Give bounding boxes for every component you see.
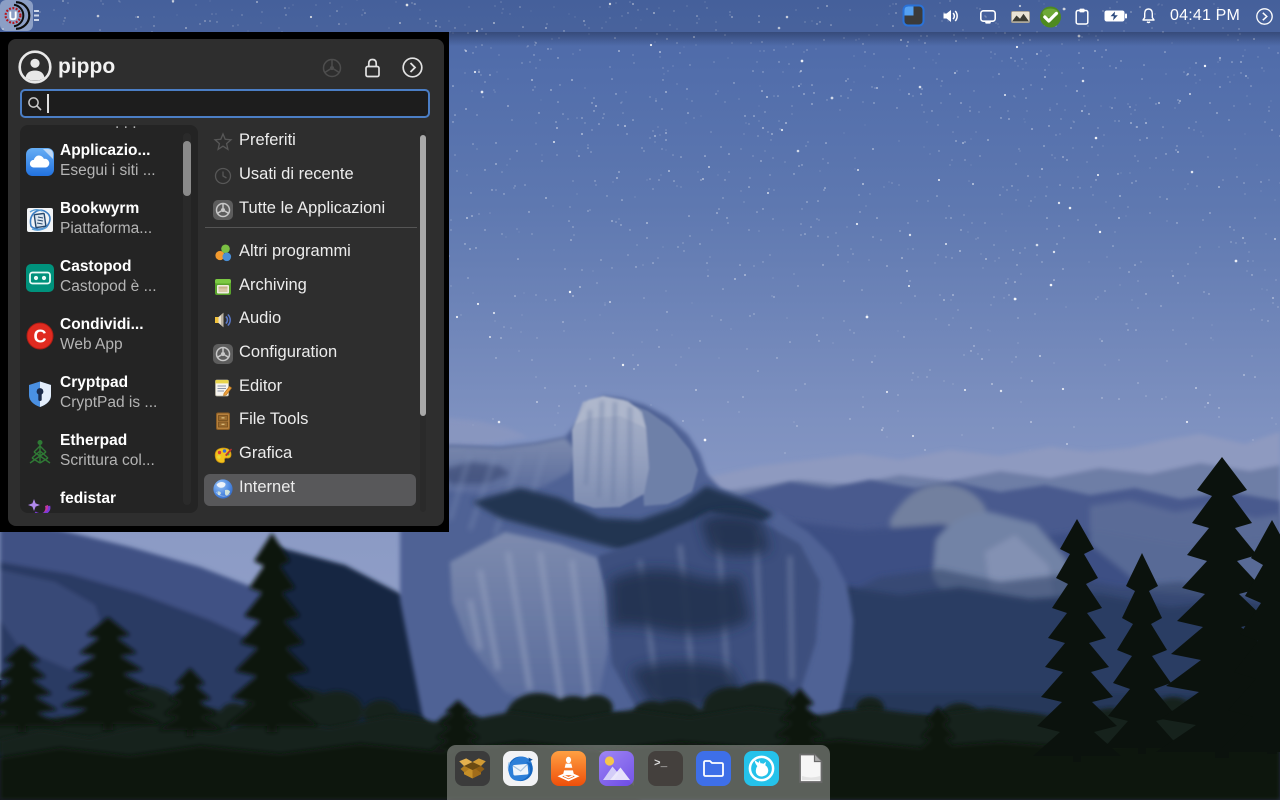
svg-text:C: C: [34, 327, 47, 347]
svg-text:>_: >_: [654, 758, 668, 770]
